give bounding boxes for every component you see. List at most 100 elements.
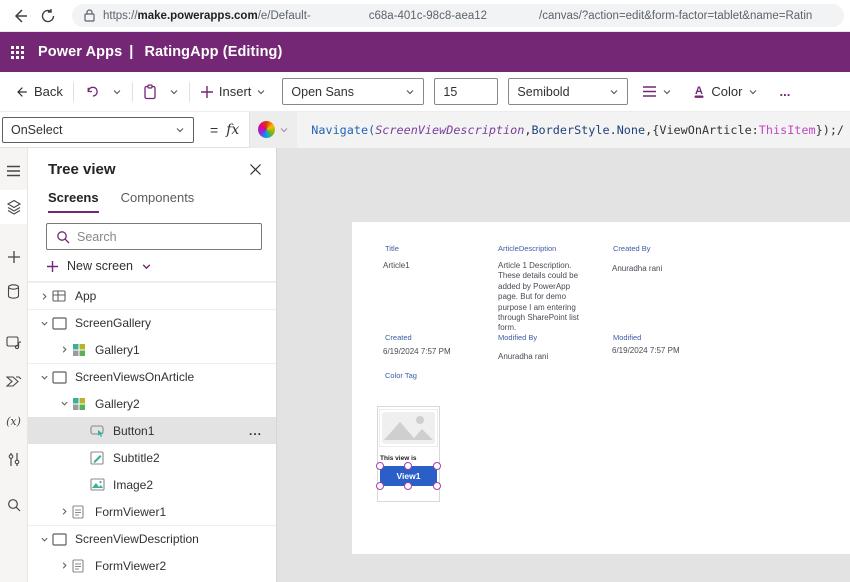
new-screen-button[interactable]: New screen — [28, 250, 276, 282]
tree-item-button1[interactable]: Button1... — [28, 417, 276, 444]
chevron-down-icon — [748, 87, 758, 97]
code-segment: ViewOnArticle: — [659, 122, 759, 137]
image-placeholder[interactable] — [379, 409, 438, 447]
tree-item-label: ScreenGallery — [75, 316, 152, 330]
screen-icon — [52, 316, 67, 330]
tree-item-gallery1[interactable]: Gallery1 — [28, 336, 276, 363]
tree-item-subtitle2[interactable]: Subtitle2 — [28, 444, 276, 471]
selection-handle[interactable] — [376, 482, 384, 490]
chevron-down-icon — [279, 125, 289, 135]
address-bar[interactable]: https://make.powerapps.com/e/Default- c6… — [72, 4, 844, 27]
search-rail-icon[interactable] — [0, 488, 27, 522]
property-select[interactable]: OnSelect — [2, 116, 194, 143]
font-weight-select[interactable]: Semibold — [508, 78, 629, 105]
chevron-right-icon[interactable] — [56, 507, 72, 516]
title-divider: | — [129, 44, 134, 60]
power-automate-icon[interactable] — [0, 364, 27, 398]
code-segment: Navigate( — [311, 122, 376, 137]
paste-dropdown[interactable] — [163, 77, 185, 107]
app-header: Power Apps | RatingApp (Editing) — [0, 32, 850, 72]
svg-text:A: A — [695, 85, 703, 97]
chevron-right-icon[interactable] — [36, 292, 52, 301]
formula-code[interactable]: Navigate(ScreenViewDescription,BorderSty… — [311, 123, 844, 137]
insert-button[interactable]: Insert — [194, 77, 273, 107]
tree-item-formviewer2[interactable]: FormViewer2 — [28, 552, 276, 579]
form-field-value: 6/19/2024 7:57 PM — [612, 346, 680, 355]
paste-button[interactable] — [137, 77, 163, 107]
tree-view-icon[interactable] — [0, 190, 27, 224]
item-overflow-button[interactable]: ... — [249, 424, 262, 438]
plus-icon — [200, 85, 214, 99]
media-icon[interactable] — [0, 326, 27, 360]
form-icon — [72, 558, 87, 573]
data-icon[interactable] — [0, 274, 27, 308]
chevron-down-icon[interactable] — [56, 399, 72, 408]
chevron-down-icon[interactable] — [36, 373, 52, 382]
font-family-select[interactable]: Open Sans — [282, 78, 425, 105]
search-input[interactable]: Search — [46, 223, 262, 250]
browser-refresh-icon[interactable] — [34, 2, 62, 30]
form-field-label: Modified By — [498, 333, 538, 342]
undo-button[interactable] — [78, 77, 106, 107]
tree-item-gallery2[interactable]: Gallery2 — [28, 390, 276, 417]
tree-item-label: Subtitle2 — [113, 450, 160, 465]
tree-item-formviewer1[interactable]: FormViewer1 — [28, 498, 276, 525]
undo-dropdown[interactable] — [106, 77, 128, 107]
copilot-icon — [258, 121, 276, 138]
text-align-button[interactable] — [636, 77, 678, 107]
chevron-down-icon[interactable] — [36, 535, 52, 544]
tree-item-app[interactable]: App — [28, 282, 276, 309]
url-segment-1: https://make.powerapps.com/e/Default- — [103, 9, 311, 22]
tree-item-label: Image2 — [113, 477, 154, 492]
advanced-tools-icon[interactable] — [0, 442, 27, 476]
chevron-down-icon[interactable] — [36, 319, 52, 328]
back-button[interactable]: Back — [8, 77, 69, 107]
form-field-label: Title — [385, 244, 399, 253]
canvas-area[interactable]: Title Article1 ArticleDescription Article 1… — [277, 148, 850, 582]
tree-item-screenviewdescription[interactable]: ScreenViewDescription — [28, 525, 276, 552]
url-segment-3: /canvas/?action=edit&form-factor=tablet&… — [539, 9, 813, 22]
gallery-item[interactable]: This view is View1 — [376, 406, 441, 502]
toolbar-overflow-button[interactable]: ... — [774, 77, 797, 107]
chevron-right-icon[interactable] — [56, 345, 72, 354]
tree-item-screengallery[interactable]: ScreenGallery — [28, 309, 276, 336]
selection-handle[interactable] — [404, 462, 412, 470]
selection-handle[interactable] — [376, 462, 384, 470]
tree-item-image2[interactable]: Image2 — [28, 471, 276, 498]
tab-components[interactable]: Components — [121, 190, 195, 213]
font-size-input[interactable]: 15 — [434, 78, 499, 105]
tab-screens[interactable]: Screens — [48, 190, 99, 213]
tree-item-label: ScreenViewDescription — [75, 532, 199, 546]
color-button[interactable]: A Color — [686, 77, 763, 107]
form-icon — [72, 504, 87, 519]
browser-bar: https://make.powerapps.com/e/Default- c6… — [0, 0, 850, 32]
form-field-value: Anuradha rani — [612, 264, 663, 273]
chevron-down-icon — [609, 87, 619, 97]
screen-preview[interactable]: Title Article1 ArticleDescription Article 1… — [352, 222, 850, 554]
form-field-value: Anuradha rani — [498, 352, 549, 361]
align-lines-icon — [642, 85, 657, 98]
selection-handle[interactable] — [433, 462, 441, 470]
browser-back-icon[interactable] — [6, 2, 34, 30]
gallery-icon — [72, 397, 87, 411]
insert-rail-icon[interactable] — [0, 240, 27, 274]
form-field-label: Created — [385, 333, 412, 342]
selection-handle[interactable] — [404, 482, 412, 490]
selection-handle[interactable] — [433, 482, 441, 490]
chevron-right-icon[interactable] — [56, 561, 72, 570]
app-icon — [52, 289, 67, 303]
form-field-label: Modified — [613, 333, 642, 342]
variables-icon[interactable]: (x) — [0, 404, 27, 438]
copilot-button[interactable] — [250, 111, 298, 148]
chevron-down-icon — [256, 87, 266, 97]
chevron-down-icon — [112, 87, 122, 97]
form-field-value: 6/19/2024 7:57 PM — [383, 347, 451, 356]
form-field-label: ArticleDescription — [498, 244, 557, 253]
tree-item-label: App — [75, 289, 97, 303]
close-icon[interactable] — [249, 163, 262, 176]
tree-item-screenviewsonarticle[interactable]: ScreenViewsOnArticle — [28, 363, 276, 390]
formula-input-zone[interactable]: Navigate(ScreenViewDescription,BorderSty… — [249, 111, 850, 148]
waffle-menu-icon[interactable] — [0, 32, 34, 72]
hamburger-menu-icon[interactable] — [0, 154, 27, 188]
undo-icon — [84, 84, 100, 99]
